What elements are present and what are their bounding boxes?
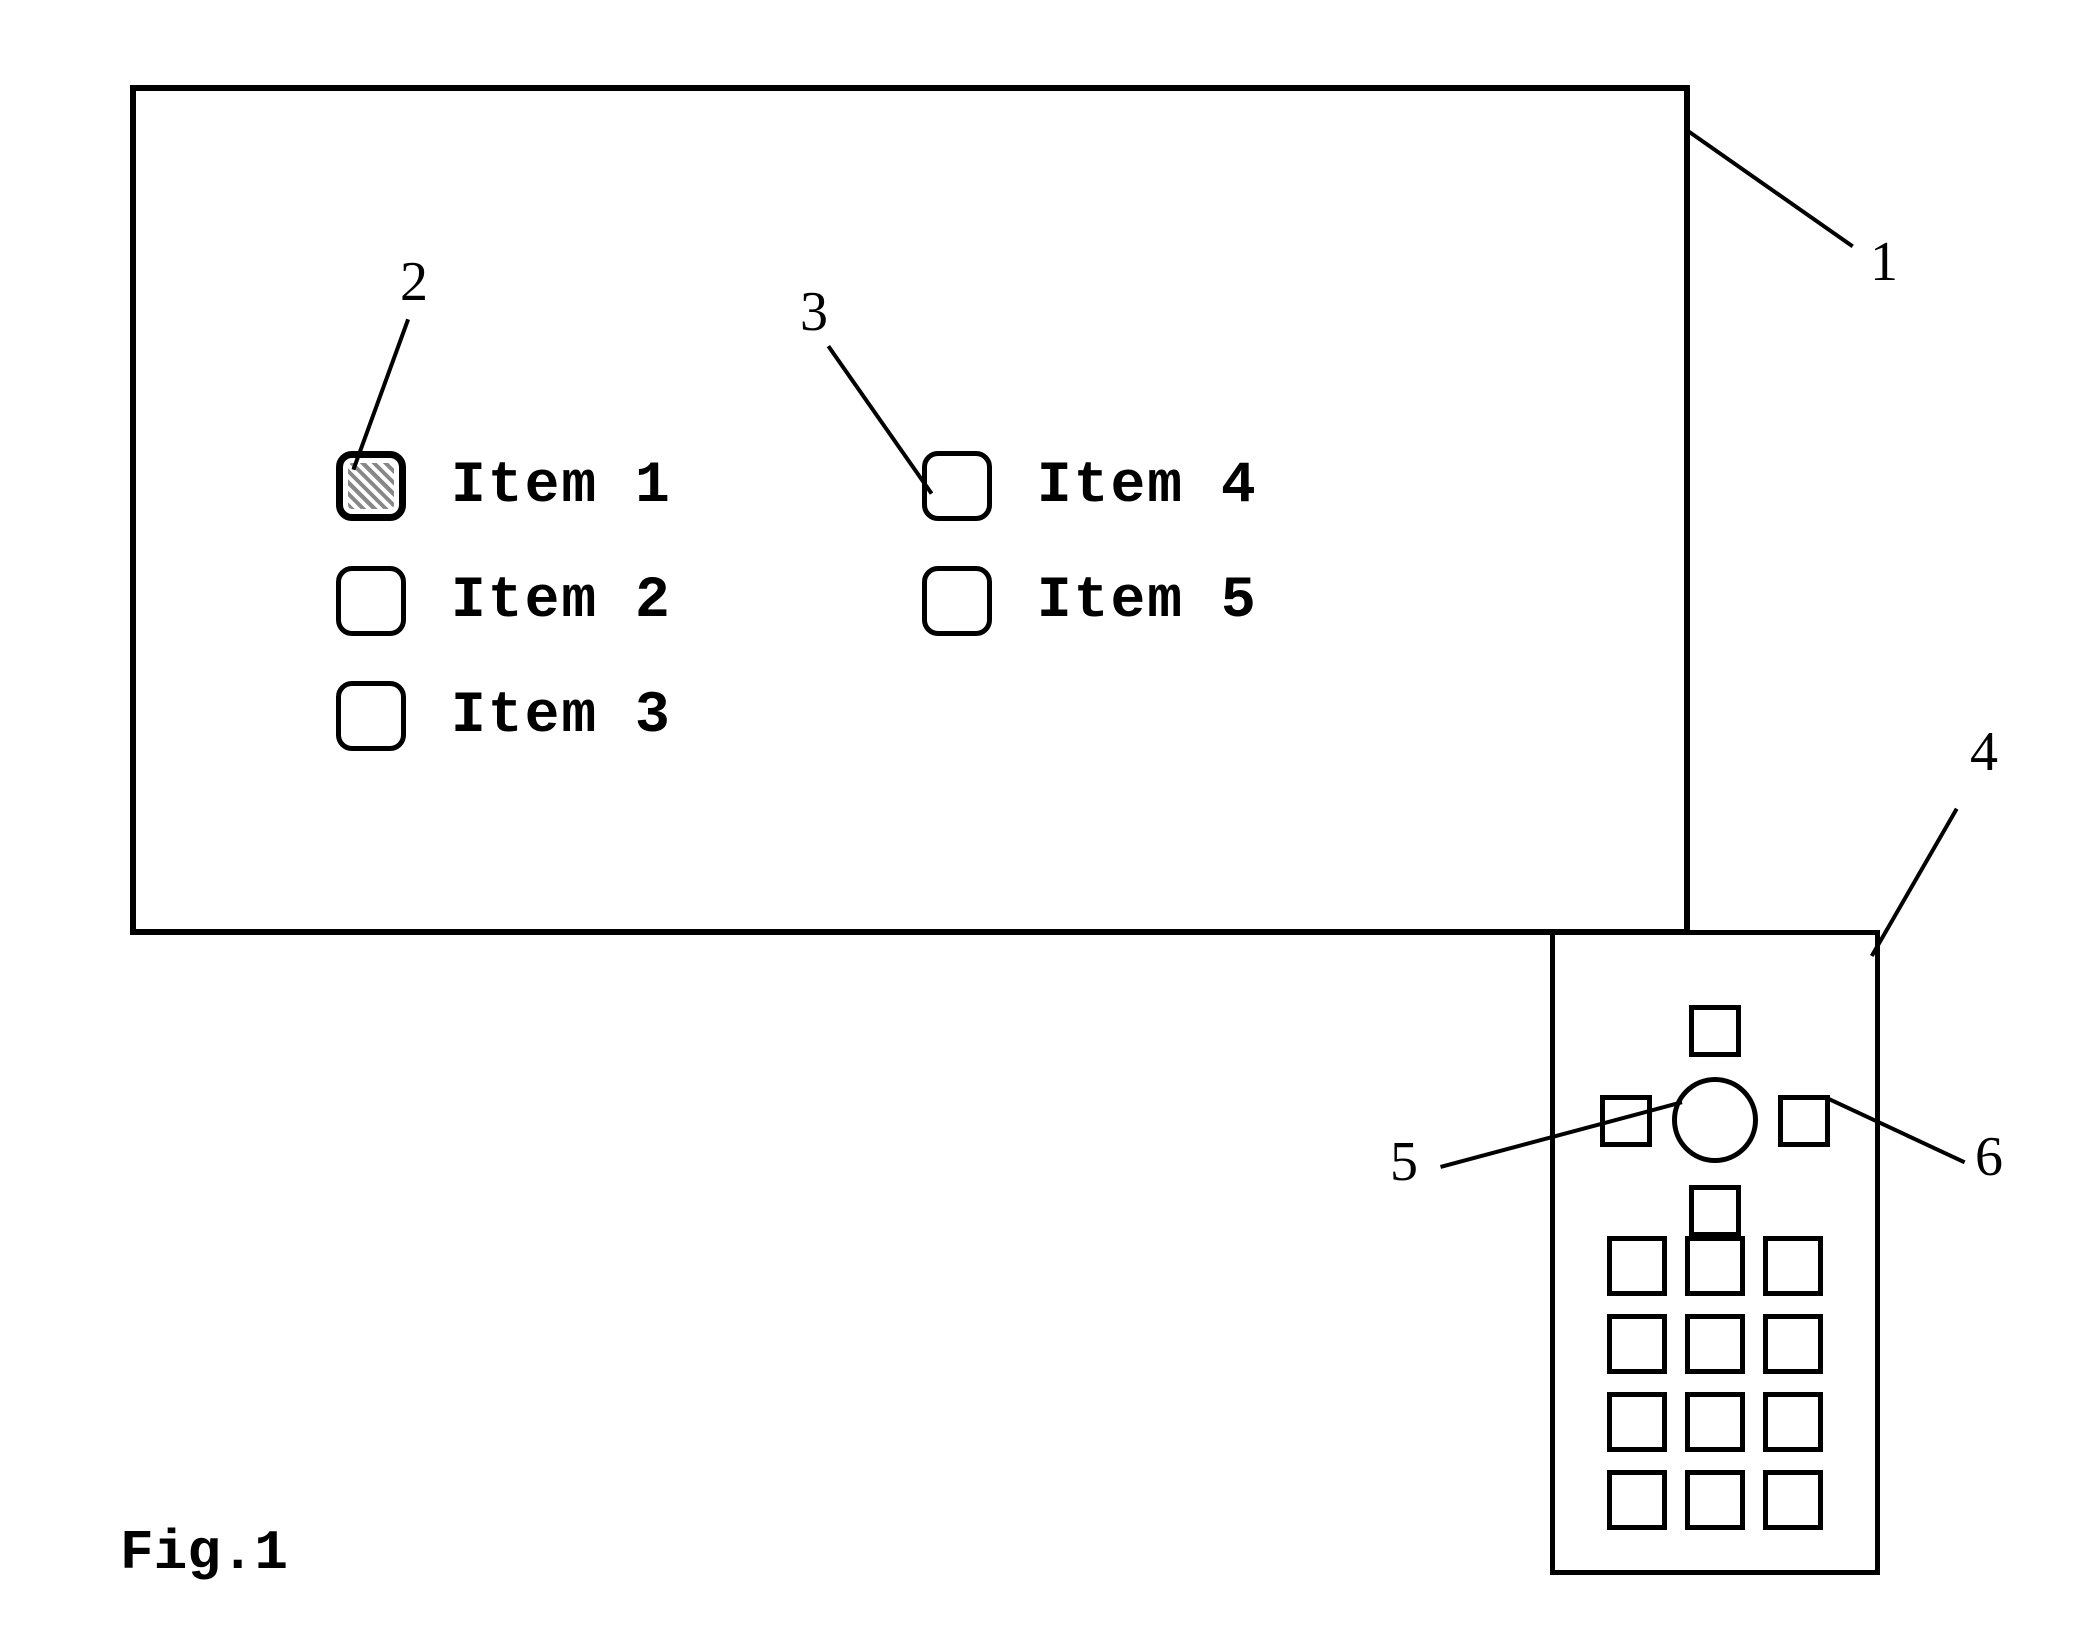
keypad-button[interactable]: [1607, 1236, 1667, 1296]
menu-row: Item 4: [922, 451, 1258, 521]
menu-label: Item 2: [451, 569, 672, 634]
figure-label: Fig.1: [120, 1521, 288, 1585]
callout-3: 3: [800, 280, 828, 344]
menu-col-2: Item 4 Item 5: [922, 451, 1258, 751]
ok-button[interactable]: [1672, 1077, 1758, 1163]
menu-label: Item 1: [451, 454, 672, 519]
callout-6: 6: [1975, 1125, 2003, 1189]
remote-keypad: [1607, 1236, 1823, 1530]
keypad-button[interactable]: [1607, 1392, 1667, 1452]
checkbox-selected[interactable]: [336, 451, 406, 521]
menu-row: Item 1: [336, 451, 672, 521]
checkbox[interactable]: [336, 566, 406, 636]
callout-4-leader: [1870, 808, 1958, 957]
checkbox[interactable]: [922, 451, 992, 521]
keypad-button[interactable]: [1763, 1392, 1823, 1452]
keypad-button[interactable]: [1607, 1470, 1667, 1530]
menu-label: Item 5: [1037, 569, 1258, 634]
callout-2: 2: [400, 250, 428, 314]
callout-5: 5: [1390, 1130, 1418, 1194]
menu-col-1: Item 1 Item 2 Item 3: [336, 451, 672, 751]
checkbox[interactable]: [922, 566, 992, 636]
keypad-button[interactable]: [1763, 1314, 1823, 1374]
callout-1: 1: [1870, 230, 1898, 294]
dpad-right-button[interactable]: [1778, 1095, 1830, 1147]
menu-label: Item 4: [1037, 454, 1258, 519]
keypad-button[interactable]: [1763, 1470, 1823, 1530]
dpad-down-button[interactable]: [1689, 1185, 1741, 1237]
keypad-button[interactable]: [1685, 1314, 1745, 1374]
remote-control: [1550, 930, 1880, 1575]
menu-label: Item 3: [451, 684, 672, 749]
menu-row: Item 2: [336, 566, 672, 636]
keypad-button[interactable]: [1685, 1236, 1745, 1296]
keypad-button[interactable]: [1607, 1314, 1667, 1374]
display-screen: Item 1 Item 2 Item 3 Item 4 It: [130, 85, 1690, 935]
keypad-button[interactable]: [1763, 1236, 1823, 1296]
menu-row: Item 5: [922, 566, 1258, 636]
menu-row: Item 3: [336, 681, 672, 751]
menu: Item 1 Item 2 Item 3 Item 4 It: [336, 451, 1258, 751]
figure-stage: Item 1 Item 2 Item 3 Item 4 It: [0, 0, 2099, 1645]
dpad-up-button[interactable]: [1689, 1005, 1741, 1057]
keypad-button[interactable]: [1685, 1392, 1745, 1452]
checkbox[interactable]: [336, 681, 406, 751]
callout-1-leader: [1688, 130, 1854, 248]
callout-4: 4: [1970, 720, 1998, 784]
keypad-button[interactable]: [1685, 1470, 1745, 1530]
